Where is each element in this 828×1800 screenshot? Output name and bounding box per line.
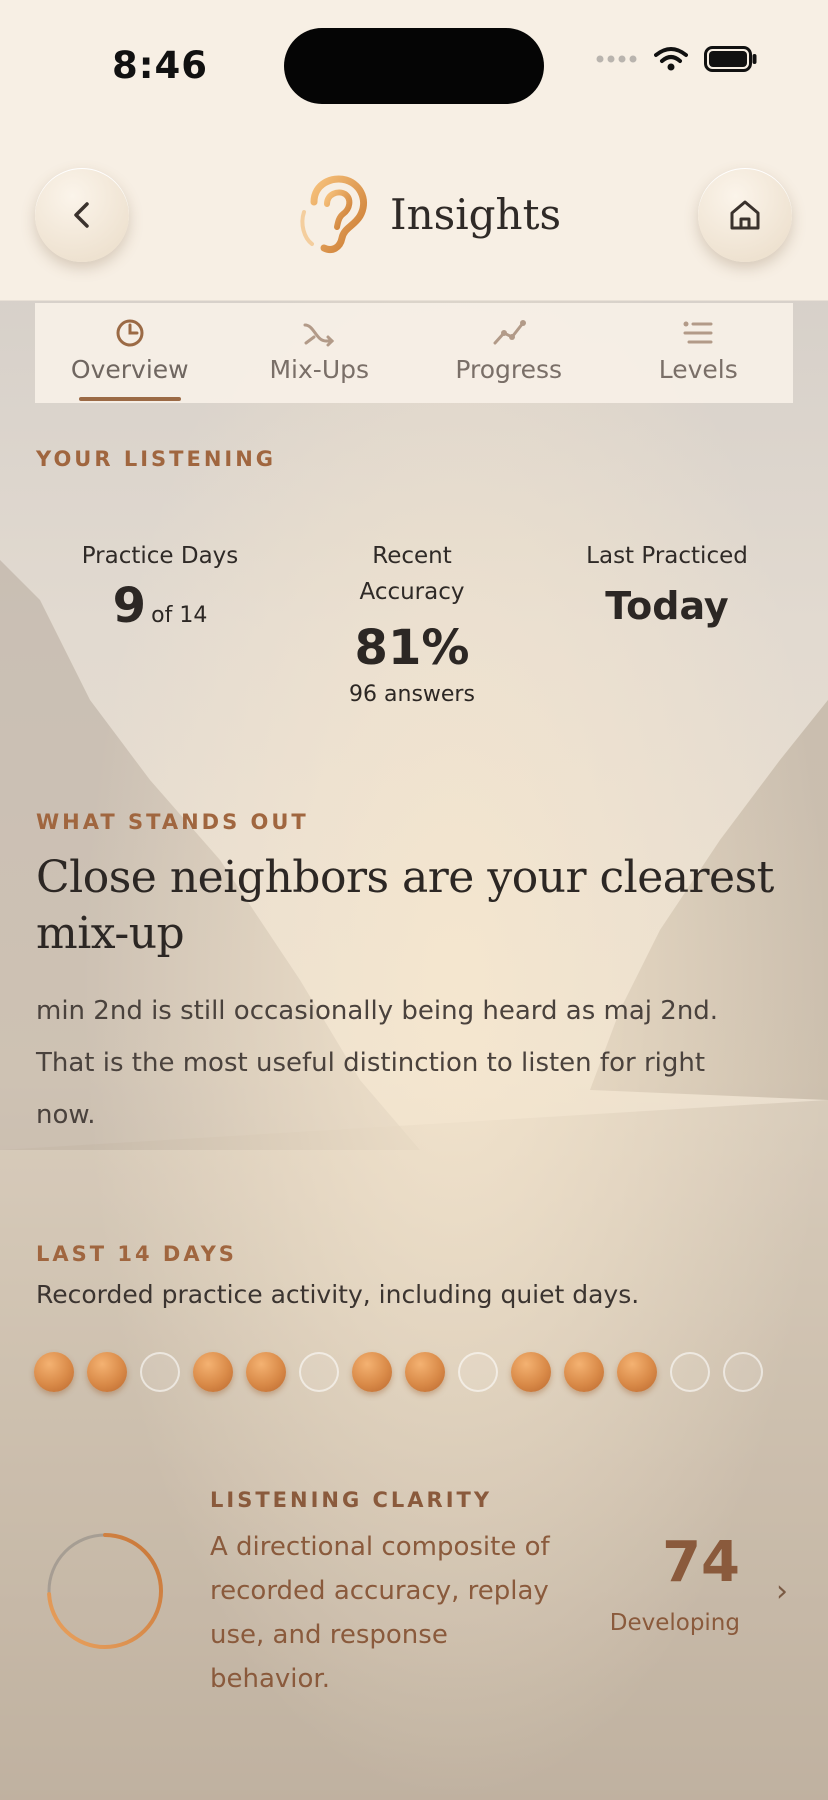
active-tab-indicator xyxy=(78,397,181,401)
status-bar: 8:46 xyxy=(0,0,828,130)
activity-dot-practiced xyxy=(511,1352,551,1392)
section-label-last-14-days: LAST 14 DAYS xyxy=(36,1242,237,1266)
activity-dot-practiced xyxy=(352,1352,392,1392)
activity-dot-practiced xyxy=(87,1352,127,1392)
stat-recent-accuracy: Recent Accuracy 81% 96 answers xyxy=(312,538,512,707)
stat-practice-days: Practice Days 9 of 14 xyxy=(60,538,260,634)
activity-dot-quiet xyxy=(299,1352,339,1392)
stat-value: 81% xyxy=(354,620,470,676)
clarity-title: LISTENING CLARITY xyxy=(210,1488,493,1512)
trend-line-icon xyxy=(493,320,526,345)
ear-logo-icon xyxy=(300,175,367,254)
tab-label: Mix-Ups xyxy=(269,355,370,384)
tab-levels[interactable]: Levels xyxy=(604,303,794,403)
chevron-left-icon xyxy=(74,202,89,228)
battery-icon xyxy=(704,46,757,72)
tab-label: Progress xyxy=(455,355,563,384)
clarity-score: 74 xyxy=(662,1530,740,1595)
tab-mix-ups[interactable]: Mix-Ups xyxy=(225,303,415,403)
desc-line: recorded accuracy, replay xyxy=(210,1576,549,1606)
insights-tab-bar: Overview Mix-Ups Progress Levels xyxy=(35,303,793,403)
tab-label: Overview xyxy=(70,355,189,384)
activity-dot-quiet xyxy=(140,1352,180,1392)
page-title: Insights xyxy=(390,189,561,239)
clarity-status: Developing xyxy=(609,1610,740,1636)
nav-title-group: Insights xyxy=(294,172,561,256)
desc-line: use, and response xyxy=(210,1620,448,1650)
status-time: 8:46 xyxy=(112,44,209,87)
headline-line: mix-up xyxy=(36,908,185,959)
nav-bar: Insights xyxy=(0,130,828,301)
status-icons xyxy=(596,46,758,72)
section-label-your-listening: YOUR LISTENING xyxy=(36,447,277,471)
desc-line: A directional composite of xyxy=(210,1532,550,1562)
activity-dot-practiced xyxy=(34,1352,74,1392)
tab-progress[interactable]: Progress xyxy=(414,303,604,403)
standout-body: min 2nd is still occasionally being hear… xyxy=(36,985,796,1141)
clarity-ring[interactable] xyxy=(44,1530,166,1652)
clarity-description: A directional composite of recorded accu… xyxy=(210,1525,570,1701)
clock-pie-icon xyxy=(116,319,144,347)
tab-label: Levels xyxy=(658,355,738,384)
activity-dot-practiced xyxy=(617,1352,657,1392)
chevron-right-icon[interactable]: › xyxy=(776,1574,788,1609)
body-line: That is the most useful distinction to l… xyxy=(36,1048,706,1078)
activity-dot-practiced xyxy=(405,1352,445,1392)
body-line: min 2nd is still occasionally being hear… xyxy=(36,996,719,1026)
activity-dot-practiced xyxy=(193,1352,233,1392)
stat-sub: 96 answers xyxy=(349,682,475,707)
activity-dot-practiced xyxy=(246,1352,286,1392)
stat-suffix: of 14 xyxy=(151,603,208,628)
dynamic-island xyxy=(284,28,544,104)
shuffle-icon xyxy=(303,323,335,347)
standout-headline: Close neighbors are your clearest mix-up xyxy=(36,850,796,962)
stat-last-practiced: Last Practiced Today xyxy=(560,538,774,628)
home-icon xyxy=(730,200,760,230)
activity-description: Recorded practice activity, including qu… xyxy=(36,1280,640,1309)
tab-overview[interactable]: Overview xyxy=(35,303,225,403)
list-levels-icon xyxy=(683,321,713,344)
signal-icon xyxy=(596,55,637,63)
activity-dots xyxy=(34,1352,763,1392)
activity-dot-quiet xyxy=(670,1352,710,1392)
activity-dot-practiced xyxy=(564,1352,604,1392)
stat-label: Last Practiced xyxy=(586,543,748,569)
section-label-what-stands-out: WHAT STANDS OUT xyxy=(36,810,309,834)
back-button[interactable] xyxy=(35,168,129,262)
stat-label-line1: Recent xyxy=(372,543,452,569)
wifi-icon xyxy=(654,47,688,71)
stat-value: 9 xyxy=(112,578,147,634)
home-button[interactable] xyxy=(698,168,792,262)
desc-line: behavior. xyxy=(210,1664,330,1694)
activity-dot-quiet xyxy=(723,1352,763,1392)
activity-dot-quiet xyxy=(458,1352,498,1392)
body-line: now. xyxy=(36,1100,96,1130)
stat-label: Practice Days xyxy=(81,543,239,569)
stat-label-line2: Accuracy xyxy=(359,579,465,605)
headline-line: Close neighbors are your clearest xyxy=(36,852,774,903)
stat-value: Today xyxy=(605,584,729,628)
